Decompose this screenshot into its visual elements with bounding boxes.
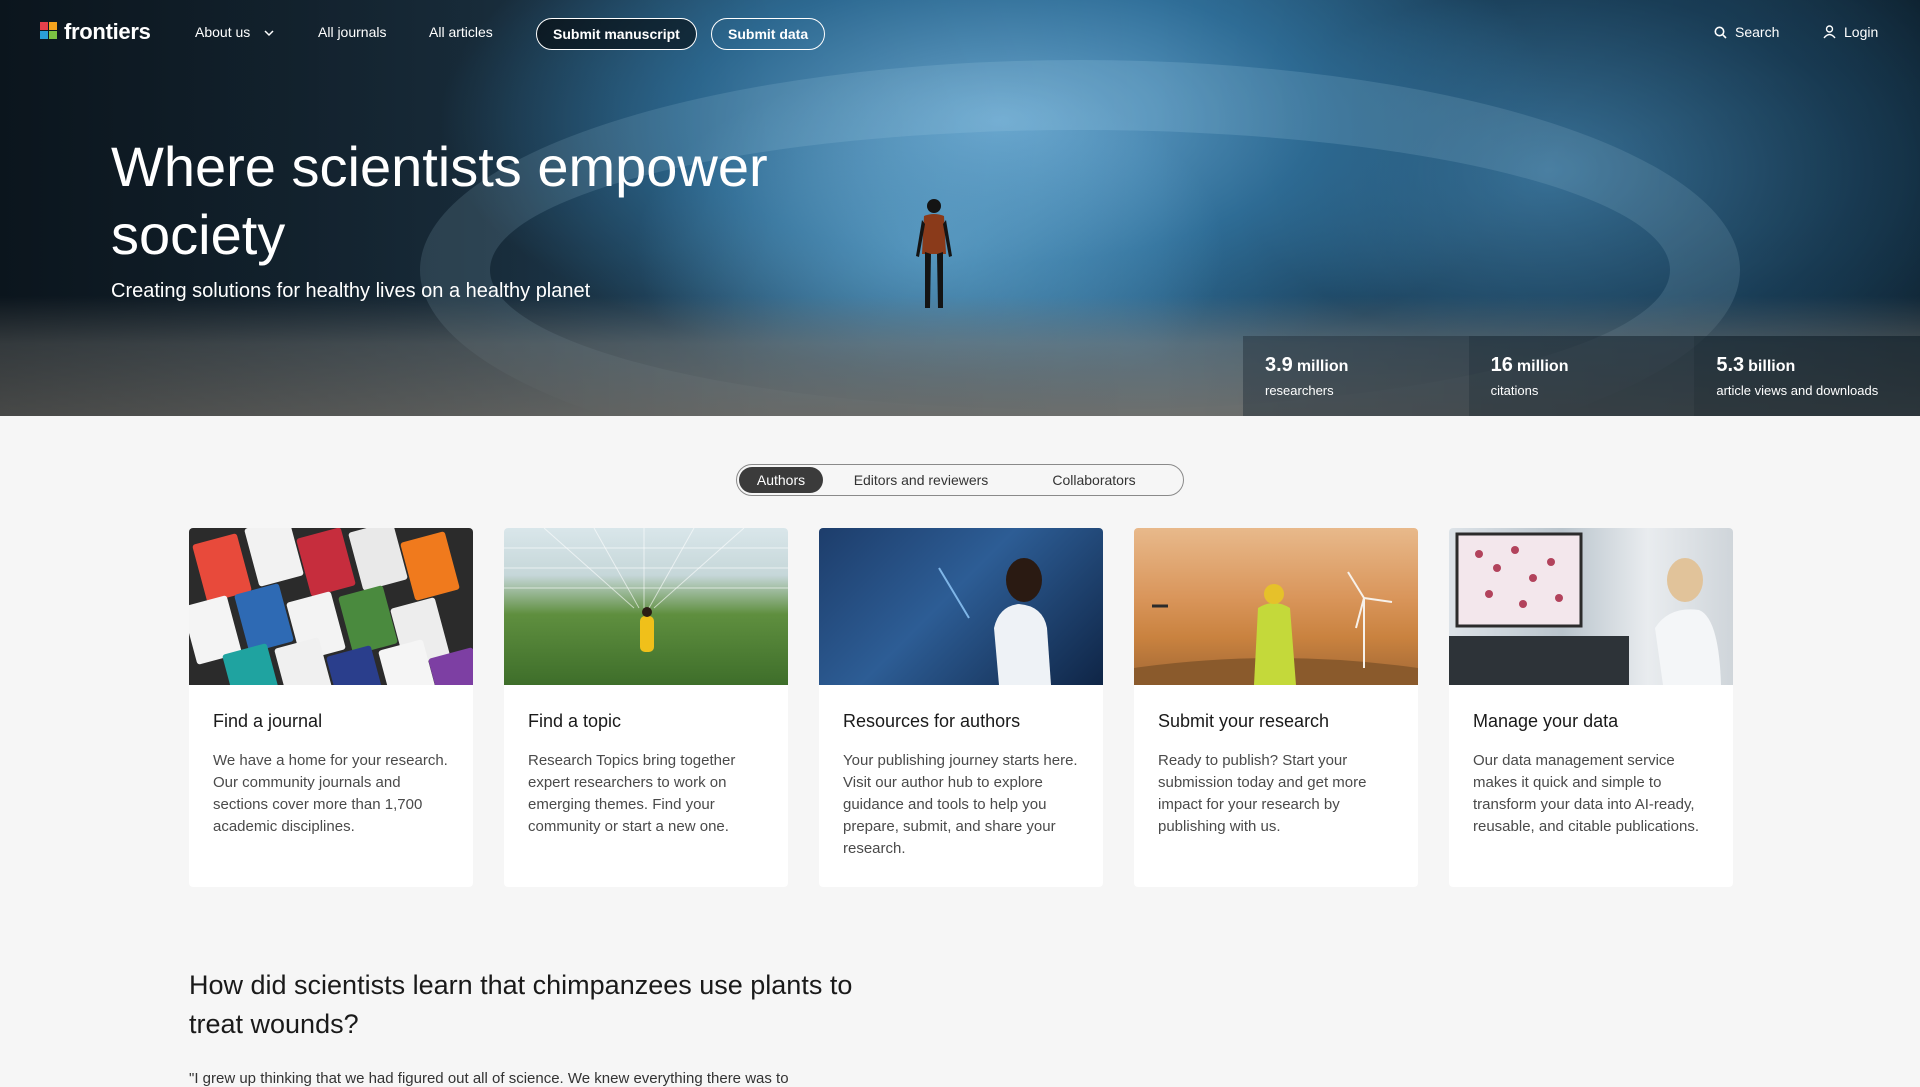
- login-label: Login: [1844, 24, 1879, 40]
- frontiers-logo[interactable]: frontiers: [40, 19, 151, 45]
- scientist-drawing: [938, 558, 1051, 685]
- submit-manuscript-button[interactable]: Submit manuscript: [536, 18, 697, 50]
- hero-subtitle: Creating solutions for healthy lives on …: [111, 280, 591, 302]
- greenhouse-drawing: [504, 528, 788, 652]
- stat-label: researchers: [1265, 383, 1334, 398]
- logo-text: frontiers: [64, 19, 151, 44]
- chevron-down-icon: [264, 30, 274, 37]
- stats-bar: 3.9 million researchers 16 million citatio…: [1243, 336, 1920, 416]
- user-icon: [1823, 25, 1836, 39]
- story-heading: How did scientists learn that chimpanzee…: [189, 970, 853, 1039]
- card-resources-authors[interactable]: Resources for authors Your publishing jo…: [819, 528, 1103, 887]
- explorer-silhouette: [916, 199, 952, 308]
- tab-editors-reviewers[interactable]: Editors and reviewers: [823, 467, 1019, 493]
- tab-authors[interactable]: Authors: [739, 467, 823, 493]
- submit-data-button[interactable]: Submit data: [711, 18, 826, 50]
- stat-unit: billion: [1748, 358, 1796, 375]
- stat-number: 16: [1490, 354, 1513, 376]
- nav-all-articles[interactable]: All articles: [429, 24, 493, 40]
- tab-collaborators[interactable]: Collaborators: [1019, 467, 1169, 493]
- top-navigation: frontiers About us All journals All arti…: [0, 0, 1920, 64]
- card-title: Find a journal: [213, 711, 323, 731]
- lab-data-image: [1449, 528, 1733, 685]
- greenhouse-image: [504, 528, 788, 685]
- nav-about-label: About us: [195, 24, 251, 40]
- card-submit-research[interactable]: Submit your research Ready to publish? S…: [1134, 528, 1418, 887]
- search-icon: [1714, 26, 1727, 39]
- wind-farm-image: [1134, 528, 1418, 685]
- lab-drawing: [1449, 532, 1721, 685]
- hero-title: Where scientists empower society: [111, 135, 768, 266]
- card-description: Research Topics bring together expert re…: [528, 752, 736, 835]
- card-manage-data[interactable]: Manage your data Our data management ser…: [1449, 528, 1733, 887]
- story-quote: "I grew up thinking that we had figured …: [189, 1070, 789, 1087]
- stat-unit: million: [1516, 358, 1569, 375]
- logo-mark-icon: [40, 22, 57, 39]
- card-description: Your publishing journey starts here. Vis…: [843, 752, 1078, 857]
- stat-label: article views and downloads: [1716, 383, 1879, 398]
- card-find-topic[interactable]: Find a topic Research Topics bring toget…: [504, 528, 788, 887]
- stat-number: 5.3: [1716, 354, 1745, 376]
- stat-views: 5.3 billion article views and downloads: [1694, 336, 1920, 416]
- wind-farm-drawing: [1134, 571, 1418, 685]
- stat-researchers: 3.9 million researchers: [1243, 336, 1469, 416]
- nav-all-journals[interactable]: All journals: [318, 24, 386, 40]
- login-button[interactable]: Login: [1823, 24, 1878, 40]
- card-title: Find a topic: [528, 711, 622, 731]
- card-title: Submit your research: [1158, 711, 1330, 731]
- scientist-screen-image: [819, 528, 1103, 685]
- audience-tabs: Authors Editors and reviewers Collaborat…: [736, 464, 1184, 496]
- card-find-journal[interactable]: Find a journal We have a home for your r…: [189, 528, 473, 887]
- card-title: Resources for authors: [843, 711, 1021, 731]
- card-title: Manage your data: [1473, 711, 1619, 731]
- card-list: Find a journal We have a home for your r…: [189, 528, 1733, 887]
- card-description: Our data management service makes it qui…: [1473, 752, 1699, 835]
- stat-label: citations: [1490, 383, 1539, 398]
- search-label: Search: [1735, 24, 1780, 40]
- card-description: Ready to publish? Start your submission …: [1158, 752, 1367, 835]
- journal-covers-image: [189, 528, 473, 685]
- nav-about-us[interactable]: About us: [195, 24, 274, 40]
- stat-number: 3.9: [1265, 354, 1293, 376]
- card-description: We have a home for your research. Our co…: [213, 752, 448, 835]
- stat-unit: million: [1296, 358, 1349, 375]
- stat-citations: 16 million citations: [1468, 336, 1695, 416]
- search-button[interactable]: Search: [1714, 24, 1779, 40]
